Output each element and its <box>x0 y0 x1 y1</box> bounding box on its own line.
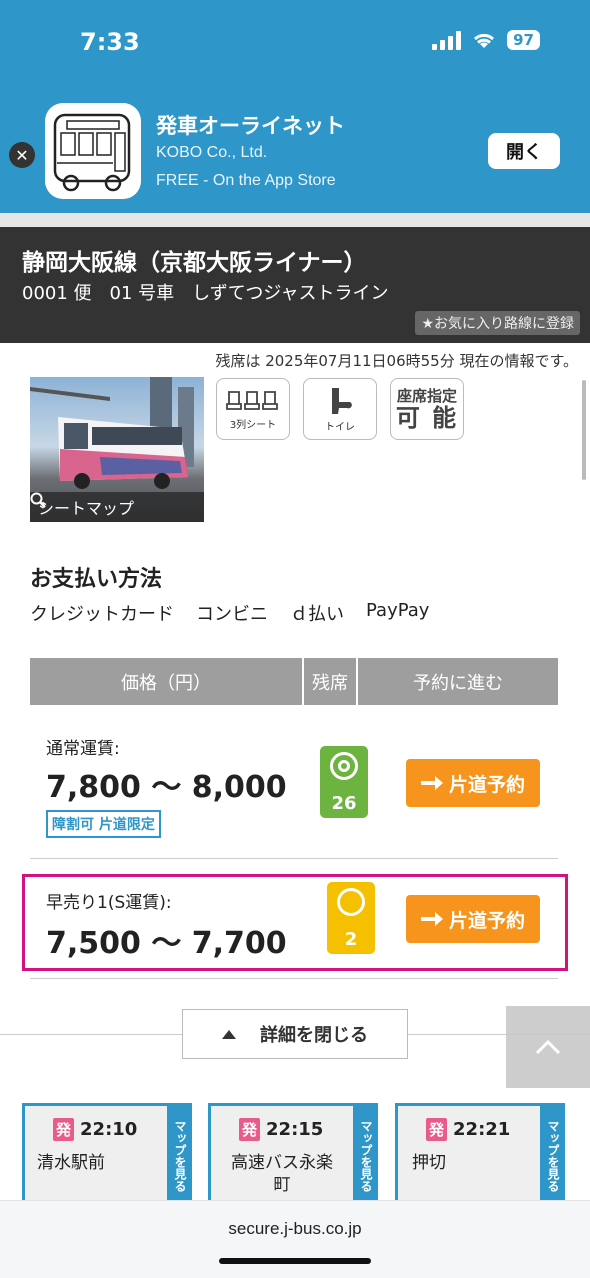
departure-mark: 発 <box>426 1118 448 1141</box>
double-circle-icon <box>330 752 358 780</box>
fare-price: 7,800 〜 8,000 <box>46 770 287 805</box>
feature-3-row-seat: 3列シート <box>216 378 290 440</box>
banner-divider <box>0 213 590 227</box>
feature-label: トイレ <box>325 421 355 433</box>
close-details-button[interactable]: 詳細を閉じる <box>182 1009 408 1059</box>
feature-toilet: トイレ <box>303 378 377 440</box>
bus-logo-icon <box>53 113 131 192</box>
view-map-link[interactable]: マップを見る <box>540 1103 565 1203</box>
route-title: 静岡大阪線（京都大阪ライナー） <box>22 250 367 276</box>
feature-seat-reservation: 座席指定 可 能 <box>390 378 464 440</box>
fare-price: 7,500 〜 7,700 <box>46 926 287 961</box>
departure-mark: 発 <box>239 1118 261 1141</box>
stop-card[interactable]: 発 22:21 押切 マップを見る <box>395 1103 565 1203</box>
arrow-right-icon <box>420 776 443 790</box>
departure-mark: 発 <box>53 1118 75 1141</box>
payment-method: ｄ払い <box>290 604 344 625</box>
scroll-to-top-button[interactable] <box>506 1006 590 1088</box>
close-icon[interactable]: ✕ <box>9 142 35 168</box>
battery-icon: 97 <box>507 30 540 50</box>
button-label: 詳細を閉じる <box>260 1025 368 1046</box>
departure-time: 発 22:21 <box>426 1118 510 1141</box>
view-map-link[interactable]: マップを見る <box>353 1103 378 1203</box>
app-banner: 7:33 97 ✕ 発車オーライネット KOBO Co., Ltd. FREE … <box>0 0 590 213</box>
stop-card[interactable]: 発 22:10 清水駅前 マップを見る <box>22 1103 192 1203</box>
wifi-icon <box>474 33 495 48</box>
arrow-right-icon <box>420 912 443 926</box>
discount-badge: 障割可 片道限定 <box>46 810 161 838</box>
triangle-up-icon <box>222 1030 236 1039</box>
departure-time: 発 22:10 <box>53 1118 137 1141</box>
route-header: 静岡大阪線（京都大阪ライナー） 0001 便 01 号車 しずてつジャストライン… <box>0 227 590 343</box>
time-value: 22:15 <box>266 1119 324 1140</box>
row-divider <box>30 978 558 979</box>
app-company: KOBO Co., Ltd. <box>156 144 268 161</box>
payment-method: コンビニ <box>196 604 268 625</box>
seat-availability-badge: 26 <box>320 746 368 818</box>
browser-toolbar <box>0 1200 590 1278</box>
departure-time: 発 22:15 <box>239 1118 323 1141</box>
one-way-booking-button[interactable]: 片道予約 <box>406 895 540 943</box>
time-value: 22:10 <box>80 1119 138 1140</box>
seat-icon <box>226 390 278 410</box>
seat-info-text: 残席は 2025年07月11日06時55分 現在の情報です。 <box>215 352 578 370</box>
open-app-button[interactable]: 開く <box>488 133 560 169</box>
stop-info: 発 22:15 高速バス永楽町 <box>211 1106 353 1200</box>
toilet-icon <box>332 387 352 414</box>
seat-count: 26 <box>331 793 357 814</box>
home-indicator[interactable] <box>219 1258 371 1264</box>
one-way-booking-button[interactable]: 片道予約 <box>406 759 540 807</box>
time-value: 22:21 <box>453 1119 511 1140</box>
column-header-reserve: 予約に進む <box>358 658 558 705</box>
button-label: 片道予約 <box>448 773 525 796</box>
seat-count: 2 <box>344 929 358 950</box>
app-icon[interactable] <box>45 103 141 199</box>
status-time: 7:33 <box>80 28 140 56</box>
signal-icon <box>432 30 462 50</box>
chevron-up-icon <box>535 1039 561 1055</box>
status-icons: 97 <box>432 30 540 50</box>
stop-info: 発 22:21 押切 <box>398 1106 540 1200</box>
seat-availability-badge: 2 <box>327 882 375 954</box>
bus-photo[interactable]: シートマップ <box>30 377 204 522</box>
stop-name: 清水駅前 <box>37 1153 105 1173</box>
app-name: 発車オーライネット <box>156 114 345 138</box>
view-map-link[interactable]: マップを見る <box>167 1103 192 1203</box>
column-header-price: 価格（円） <box>30 658 302 705</box>
route-subtitle: 0001 便 01 号車 しずてつジャストライン <box>22 283 389 304</box>
fare-label: 通常運賃: <box>46 739 120 759</box>
feature-label: 3列シート <box>229 419 277 431</box>
payment-method: クレジットカード <box>30 604 174 625</box>
button-label: 片道予約 <box>448 909 525 932</box>
favorite-route-button[interactable]: ★お気に入り路線に登録 <box>415 311 580 335</box>
stop-card[interactable]: 発 22:15 高速バス永楽町 マップを見る <box>208 1103 378 1203</box>
payment-title: お支払い方法 <box>30 567 163 592</box>
row-divider <box>30 858 558 859</box>
url-bar[interactable]: secure.j-bus.co.jp <box>0 1219 590 1239</box>
app-store-line: FREE - On the App Store <box>156 172 336 189</box>
payment-method: PayPay <box>366 600 430 621</box>
payment-methods: クレジットカード コンビニ ｄ払い PayPay <box>30 600 429 626</box>
feature-label: 座席指定 <box>396 387 457 405</box>
stop-info: 発 22:10 清水駅前 <box>25 1106 167 1200</box>
scrollbar[interactable] <box>582 380 586 480</box>
seatmap-link[interactable]: シートマップ <box>30 492 204 522</box>
seatmap-label: シートマップ <box>38 499 135 518</box>
column-header-seats: 残席 <box>304 658 356 705</box>
circle-icon <box>337 888 365 916</box>
stop-name: 押切 <box>412 1153 446 1173</box>
fare-label: 早売り1(S運賃): <box>46 893 172 913</box>
stop-name: 高速バス永楽町 <box>231 1153 333 1195</box>
feature-label: 可 能 <box>395 404 459 432</box>
search-icon <box>30 492 46 508</box>
